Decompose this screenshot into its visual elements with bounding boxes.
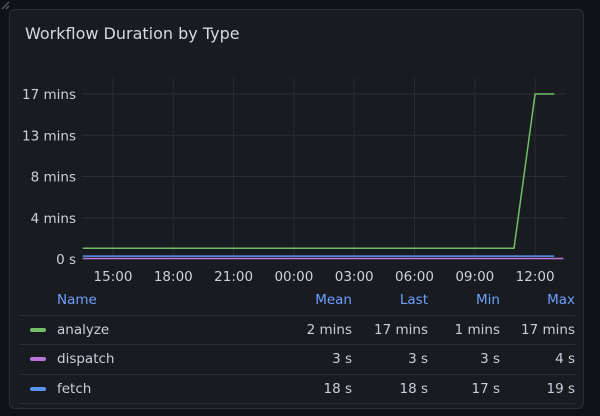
y-tick-label: 4 mins — [31, 211, 76, 227]
series-color-swatch[interactable] — [30, 386, 46, 391]
series-line-analyze[interactable] — [82, 93, 555, 250]
series-mean: 3 s — [332, 351, 352, 367]
x-tick-label: 21:00 — [214, 269, 253, 285]
series-mean: 18 s — [323, 380, 352, 397]
y-tick-label: 8 mins — [31, 170, 76, 186]
series-min: 1 mins — [454, 321, 500, 338]
series-mean: 2 mins — [306, 321, 352, 338]
y-tick-label: 0 s — [56, 252, 76, 268]
legend-header: Name Mean Last Min Max — [20, 286, 575, 316]
series-max: 4 s — [555, 351, 575, 367]
x-tick-label: 06:00 — [395, 269, 434, 285]
y-tick-label: 17 mins — [22, 87, 76, 103]
series-max: 17 mins — [521, 321, 575, 338]
x-tick-label: 12:00 — [516, 269, 555, 285]
legend-table: Name Mean Last Min Max analyze 2 mins 17… — [20, 286, 575, 404]
series-name[interactable]: fetch — [57, 381, 91, 397]
time-series-chart[interactable]: 0 s 4 mins 8 mins 13 mins 17 mins 15:00 18:00 2… — [0, 0, 600, 290]
x-tick-label: 00:00 — [274, 269, 313, 285]
resize-handle-icon[interactable] — [0, 0, 10, 10]
series-min: 3 s — [480, 351, 500, 367]
series-color-swatch[interactable] — [30, 357, 46, 361]
legend-row-fetch[interactable]: fetch 18 s 18 s 17 s 19 s — [20, 375, 575, 404]
series-min: 17 s — [471, 380, 500, 397]
series-name[interactable]: analyze — [57, 322, 109, 338]
x-tick-label: 15:00 — [94, 269, 133, 285]
series-last: 3 s — [408, 351, 428, 367]
header-last[interactable]: Last — [400, 292, 428, 308]
header-max[interactable]: Max — [547, 292, 575, 308]
series-last: 17 mins — [374, 321, 428, 338]
y-tick-label: 13 mins — [22, 128, 76, 144]
series-color-swatch[interactable] — [30, 327, 46, 332]
series-max: 19 s — [546, 380, 575, 397]
series-last: 18 s — [399, 380, 428, 397]
legend-row-analyze[interactable]: analyze 2 mins 17 mins 1 mins 17 mins — [20, 316, 575, 345]
header-mean[interactable]: Mean — [315, 292, 352, 308]
x-tick-label: 09:00 — [455, 269, 494, 285]
series-name[interactable]: dispatch — [57, 351, 114, 367]
x-tick-label: 18:00 — [154, 269, 193, 285]
x-tick-label: 03:00 — [335, 269, 374, 285]
legend-row-dispatch[interactable]: dispatch 3 s 3 s 3 s 4 s — [20, 345, 575, 375]
header-min[interactable]: Min — [476, 292, 500, 308]
header-name[interactable]: Name — [57, 292, 97, 308]
